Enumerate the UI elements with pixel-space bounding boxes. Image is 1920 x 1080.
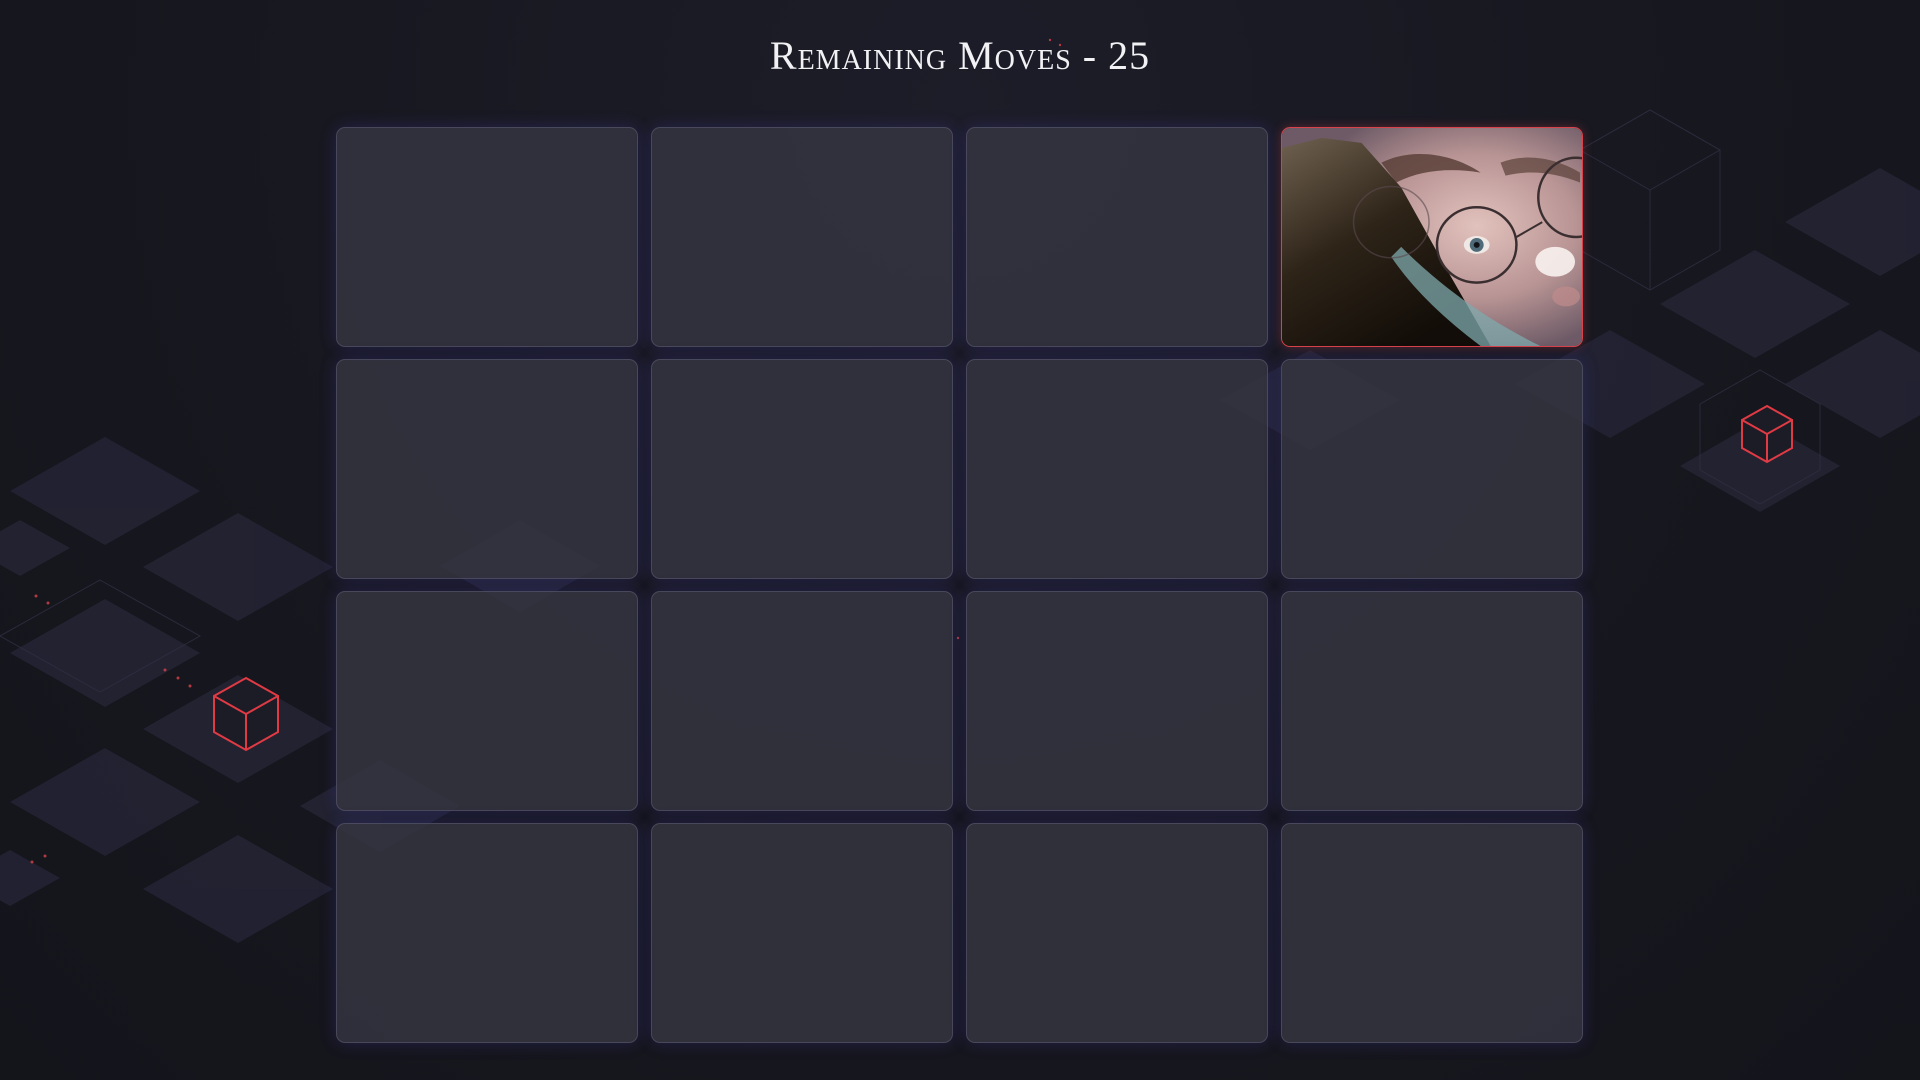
red-cube-outline-icon bbox=[213, 676, 279, 752]
memory-card[interactable] bbox=[1281, 591, 1583, 811]
memory-card[interactable] bbox=[336, 127, 638, 347]
red-cube-outline-icon bbox=[1741, 404, 1793, 464]
memory-card[interactable] bbox=[651, 359, 953, 579]
remaining-moves-title: Remaining Moves - 25 bbox=[769, 33, 1151, 78]
boy-with-glasses-photo-icon bbox=[1282, 128, 1582, 346]
memory-card[interactable] bbox=[966, 591, 1268, 811]
memory-card[interactable] bbox=[336, 823, 638, 1043]
memory-card-grid bbox=[336, 127, 1584, 1045]
memory-card[interactable] bbox=[1281, 359, 1583, 579]
memory-card[interactable] bbox=[336, 591, 638, 811]
memory-card[interactable] bbox=[336, 359, 638, 579]
game-screen: Remaining Moves - 25 bbox=[0, 0, 1920, 1080]
memory-card-revealed[interactable] bbox=[1281, 127, 1583, 347]
memory-card[interactable] bbox=[651, 591, 953, 811]
memory-card[interactable] bbox=[651, 823, 953, 1043]
memory-card[interactable] bbox=[966, 823, 1268, 1043]
memory-card[interactable] bbox=[966, 127, 1268, 347]
memory-card[interactable] bbox=[651, 127, 953, 347]
memory-card[interactable] bbox=[1281, 823, 1583, 1043]
memory-card[interactable] bbox=[966, 359, 1268, 579]
